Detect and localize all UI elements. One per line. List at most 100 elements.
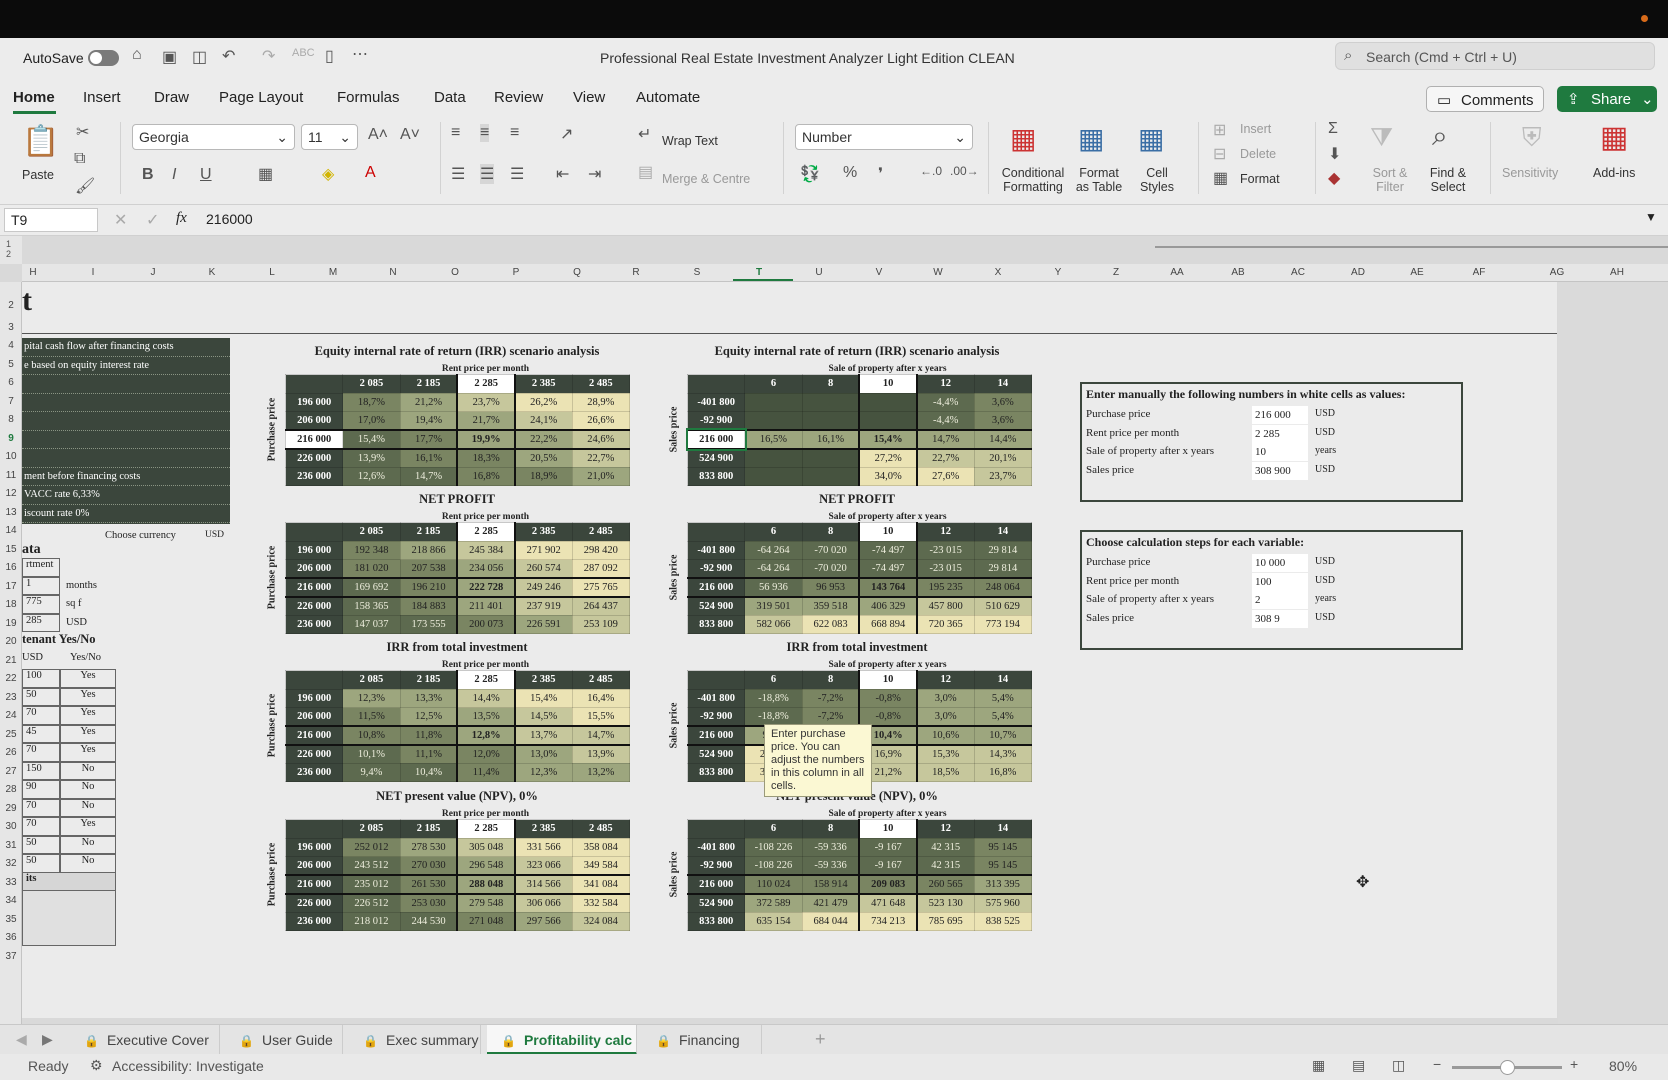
sheet-tab[interactable]: 🔒 Executive Cover <box>70 1025 220 1055</box>
align-top-icon[interactable]: ≡ <box>451 124 460 142</box>
currency-format-icon[interactable]: 💱 <box>800 164 820 184</box>
increase-indent-icon[interactable]: ⇥ <box>588 164 601 184</box>
font-color-icon[interactable]: A <box>365 164 376 182</box>
cancel-icon[interactable]: ✕ <box>114 210 127 230</box>
tenant-rent-cell[interactable]: 45 <box>22 724 60 743</box>
conditional-formatting-button[interactable]: Conditional Formatting <box>1000 166 1066 194</box>
share-button[interactable]: ⇪ Share ⌄ <box>1557 86 1657 112</box>
save-as-icon[interactable]: ◫ <box>192 47 207 67</box>
tenant-rent-cell[interactable]: 100 <box>22 669 60 688</box>
orientation-icon[interactable]: ↗ <box>560 124 573 144</box>
format-cells-button[interactable]: Format <box>1240 172 1280 186</box>
add-sheet-icon[interactable]: + <box>815 1029 826 1050</box>
increase-decimal-icon[interactable]: ←.0 <box>920 164 942 178</box>
column-header[interactable]: T <box>756 267 762 278</box>
data-row-cell[interactable]: 285 <box>22 613 60 632</box>
spelling-icon[interactable]: ABC <box>292 47 315 59</box>
matrix-row-label[interactable]: -92 900 <box>686 707 746 727</box>
tenant-yesno-cell[interactable]: Yes <box>60 743 116 762</box>
column-header[interactable]: M <box>329 267 337 278</box>
tab-insert[interactable]: Insert <box>83 89 121 106</box>
percent-button[interactable]: % <box>843 164 857 182</box>
matrix-row-label[interactable]: 216 000 <box>686 874 746 895</box>
clear-icon[interactable]: ◆ <box>1328 168 1340 188</box>
matrix-row-label[interactable]: -92 900 <box>686 559 746 579</box>
insert-cells-button[interactable]: Insert <box>1240 122 1271 136</box>
tenant-rent-cell[interactable]: 70 <box>22 743 60 762</box>
row-header[interactable]: 4 <box>0 340 22 351</box>
autosum-icon[interactable]: Σ <box>1328 120 1338 138</box>
prev-sheet-icon[interactable]: ◀ <box>16 1031 27 1048</box>
column-header[interactable]: AE <box>1410 267 1423 278</box>
row-header[interactable]: 2 <box>0 300 22 311</box>
row-header[interactable]: 18 <box>0 599 22 610</box>
column-header[interactable]: S <box>694 267 701 278</box>
formula-input[interactable]: 216000 <box>206 211 1642 227</box>
align-bottom-icon[interactable]: ≡ <box>510 124 519 142</box>
column-header[interactable]: AH <box>1610 267 1624 278</box>
sensitivity-icon[interactable]: ⛨ <box>1522 122 1542 154</box>
borders-icon[interactable]: ▦ <box>258 164 273 184</box>
row-header[interactable]: 37 <box>0 951 22 962</box>
decrease-font-icon[interactable]: A˅ <box>400 126 420 144</box>
document-title[interactable]: Professional Real Estate Investment Anal… <box>600 50 1015 66</box>
save-icon[interactable]: ▣ <box>162 47 177 67</box>
matrix-row-label[interactable]: 524 900 <box>686 893 746 913</box>
tenant-rent-cell[interactable]: 90 <box>22 780 60 799</box>
cut-icon[interactable]: ✂ <box>76 122 89 142</box>
delete-cells-icon[interactable]: ⊟ <box>1213 144 1226 164</box>
insert-cells-icon[interactable]: ⊞ <box>1213 120 1226 140</box>
align-center-icon[interactable]: ☰ <box>480 164 495 184</box>
column-header[interactable]: Z <box>1113 267 1119 278</box>
copy-icon[interactable]: ⧉ <box>74 150 85 168</box>
row-header[interactable]: 24 <box>0 710 22 721</box>
expand-formula-icon[interactable]: ▼ <box>1645 210 1657 224</box>
align-left-icon[interactable]: ☰ <box>451 164 465 184</box>
column-header[interactable]: X <box>995 267 1002 278</box>
zoom-level[interactable]: 80% <box>1609 1058 1637 1074</box>
row-header[interactable]: 20 <box>0 636 22 647</box>
italic-button[interactable]: I <box>172 166 176 184</box>
tab-home[interactable]: Home <box>13 89 55 106</box>
sheet-tab[interactable]: 🔒 Financing <box>642 1025 762 1055</box>
tab-automate[interactable]: Automate <box>636 89 700 106</box>
new-document-icon[interactable]: ▯ <box>325 46 334 66</box>
tenant-yesno-cell[interactable]: Yes <box>60 817 116 836</box>
row-header[interactable]: 5 <box>0 359 22 370</box>
row-header[interactable]: 7 <box>0 396 22 407</box>
format-as-table-button[interactable]: Format as Table <box>1070 166 1128 194</box>
find-select-button[interactable]: Find & Select <box>1425 166 1471 194</box>
sheet-tab[interactable]: 🔒 Profitability calc <box>487 1025 637 1055</box>
normal-view-icon[interactable]: ▦ <box>1312 1057 1325 1074</box>
sensitivity-button[interactable]: Sensitivity <box>1502 166 1558 180</box>
align-middle-icon[interactable]: ≡ <box>480 124 490 142</box>
tenant-rent-cell[interactable]: 70 <box>22 706 60 725</box>
increase-font-icon[interactable]: A˄ <box>368 126 388 144</box>
box-row-value[interactable]: 2 285 <box>1252 424 1308 443</box>
number-format-select[interactable]: Number ⌄ <box>795 124 973 150</box>
row-header[interactable]: 12 <box>0 488 22 499</box>
fill-color-icon[interactable]: ◈ <box>322 164 334 184</box>
decrease-indent-icon[interactable]: ⇤ <box>556 164 569 184</box>
enter-icon[interactable]: ✓ <box>146 210 159 230</box>
row-header[interactable]: 26 <box>0 747 22 758</box>
tenant-yesno-cell[interactable]: No <box>60 798 116 817</box>
matrix-row-label[interactable]: 833 800 <box>686 466 746 486</box>
sort-filter-button[interactable]: Sort & Filter <box>1368 166 1412 194</box>
tenant-rent-cell[interactable]: 50 <box>22 835 60 854</box>
row-header[interactable]: 13 <box>0 507 22 518</box>
column-header[interactable]: P <box>513 267 520 278</box>
box-row-value[interactable]: 100 <box>1252 572 1308 591</box>
column-header[interactable]: AC <box>1291 267 1305 278</box>
format-painter-icon[interactable]: 🖌 <box>75 176 95 196</box>
fill-icon[interactable]: ⬇ <box>1328 144 1341 164</box>
box-row-value[interactable]: 10 000 <box>1252 554 1308 572</box>
data-row-cell[interactable]: 1 <box>22 576 60 595</box>
column-header[interactable]: AB <box>1231 267 1244 278</box>
row-header[interactable]: 27 <box>0 766 22 777</box>
tenant-empty-area[interactable] <box>22 890 116 946</box>
column-header[interactable]: L <box>269 267 275 278</box>
box-row-value[interactable]: 10 <box>1252 443 1308 461</box>
column-header[interactable]: AA <box>1170 267 1183 278</box>
sheet-tab[interactable]: 🔒 Exec summary <box>349 1025 481 1055</box>
